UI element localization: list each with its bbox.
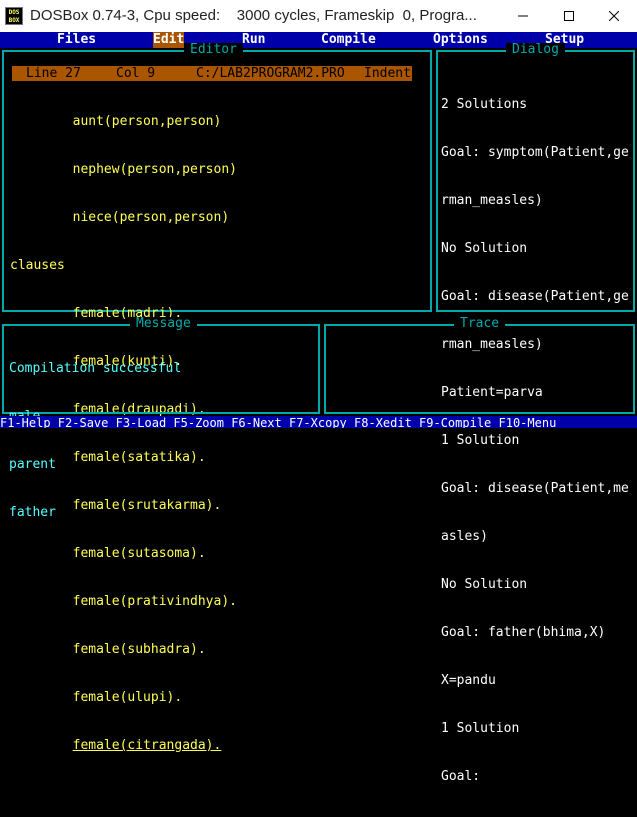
editor-panel[interactable]: Editor Line 27 Col 9 C:/LAB2PROGRAM2.PRO… — [2, 43, 432, 753]
code-line: clauses — [10, 258, 65, 273]
menu-options[interactable]: Options — [433, 32, 488, 48]
code-line: niece(person,person) — [10, 210, 230, 225]
status-col: Col 9 — [116, 66, 156, 81]
menu-run[interactable]: Run — [242, 32, 265, 48]
dos-screen[interactable]: Files Edit Run Compile Options Setup Edi… — [0, 32, 637, 784]
menu-files[interactable]: Files — [57, 32, 96, 48]
dosbox-app-icon: DOS BOX — [5, 7, 23, 25]
status-line: Line 27 — [26, 66, 81, 81]
dialog-line: 1 Solution — [441, 433, 520, 448]
code-line-current: female(citrangada). — [10, 738, 237, 754]
code-line: female(prativindhya). — [10, 594, 237, 609]
editor-title: Editor — [184, 43, 243, 57]
editor-status-bar: Line 27 Col 9 C:/LAB2PROGRAM2.PRO Indent — [12, 66, 412, 81]
code-line: female(madri). — [10, 306, 183, 321]
status-file: C:/LAB2PROGRAM2.PRO — [196, 66, 345, 81]
close-button[interactable] — [591, 0, 637, 32]
minimize-button[interactable] — [500, 0, 546, 32]
trace-title: Trace — [454, 317, 506, 331]
dialog-line: Goal: symptom(Patient,ge — [441, 145, 629, 160]
function-key-bar[interactable]: F1-Help F2-Save F3-Load F5-Zoom F6-Next … — [0, 416, 637, 428]
maximize-icon — [564, 11, 574, 22]
dialog-line: 1 Solution — [441, 721, 520, 736]
dialog-line: asles) — [441, 529, 488, 544]
text-cursor-line: female(citrangada). — [72, 738, 222, 753]
code-line: aunt(person,person) — [10, 114, 222, 129]
message-line: father — [9, 505, 56, 520]
window-title-bar[interactable]: DOS BOX DOSBox 0.74-3, Cpu speed: 3000 c… — [0, 0, 637, 32]
dialog-line: Goal: disease(Patient,me — [441, 481, 629, 496]
dialog-line: No Solution — [441, 241, 528, 256]
status-mode: Indent — [364, 66, 411, 81]
code-line: nephew(person,person) — [10, 162, 237, 177]
menu-edit[interactable]: Edit — [153, 32, 185, 48]
dialog-line: rman_measles) — [441, 193, 543, 208]
dialog-line: 2 Solutions — [441, 97, 528, 112]
maximize-button[interactable] — [546, 0, 592, 32]
dialog-line: Goal: disease(Patient,ge — [441, 289, 629, 304]
dialog-line: Goal: father(bhima,X) — [441, 625, 606, 640]
code-line: female(subhadra). — [10, 642, 206, 657]
dialog-output: 2 Solutions Goal: symptom(Patient,ge rma… — [441, 65, 629, 817]
message-line: parent — [9, 457, 56, 472]
code-line-indent — [10, 738, 73, 753]
message-line: Compilation successful — [9, 361, 182, 376]
dialog-title: Dialog — [506, 43, 565, 57]
message-panel[interactable]: Message Compilation successful male pare… — [2, 317, 320, 520]
minimize-icon — [518, 15, 528, 17]
dialog-goal-prompt[interactable]: Goal: — [441, 769, 629, 785]
dialog-line: No Solution — [441, 577, 528, 592]
message-output: Compilation successful male parent fathe… — [9, 329, 181, 553]
code-line: female(ulupi). — [10, 690, 183, 705]
dialog-line: X=pandu — [441, 673, 496, 688]
trace-panel[interactable]: Trace — [324, 317, 635, 414]
dialog-panel[interactable]: Dialog 2 Solutions Goal: symptom(Patient… — [436, 43, 635, 784]
close-icon — [608, 10, 620, 22]
window-title: DOSBox 0.74-3, Cpu speed: 3000 cycles, F… — [30, 7, 477, 24]
menu-compile[interactable]: Compile — [321, 32, 376, 48]
